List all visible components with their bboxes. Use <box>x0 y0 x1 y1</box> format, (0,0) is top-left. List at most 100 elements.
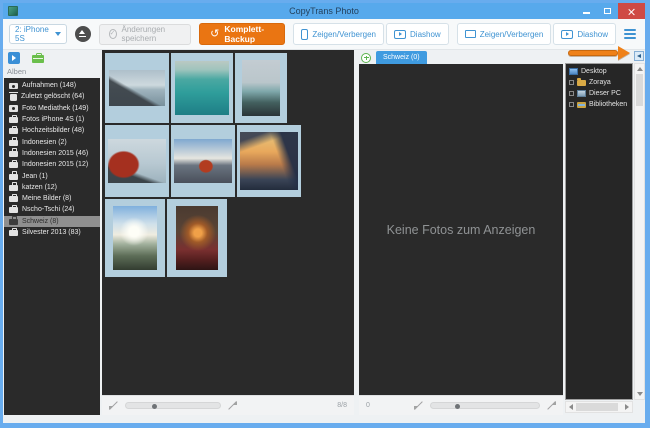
triangle-left-icon <box>569 404 573 410</box>
expand-icon[interactable] <box>569 102 574 107</box>
expand-icon[interactable] <box>569 91 574 96</box>
pc-show-hide-button[interactable]: Zeigen/Verbergen <box>457 23 552 45</box>
album-label: Indonesien (2) <box>22 139 67 146</box>
tree-label: Bibliotheken <box>589 101 627 108</box>
phone-icon <box>301 29 308 40</box>
album-row-meine-bilder[interactable]: Meine Bilder (8) <box>4 193 100 204</box>
photo-thumbnail[interactable] <box>171 125 235 197</box>
add-album-button[interactable] <box>32 55 44 63</box>
album-row-indonesien[interactable]: Indonesien (2) <box>4 136 100 147</box>
tree-item-desktop[interactable]: Desktop <box>566 66 632 77</box>
tab-schweiz[interactable]: Schweiz (0) <box>376 51 427 64</box>
app-window: CopyTrans Photo 2: iPhone 5S ✓ Änderunge… <box>0 0 650 428</box>
album-row-katzen[interactable]: katzen (12) <box>4 182 100 193</box>
photo-thumbnail[interactable] <box>105 53 169 123</box>
album-label: katzen (12) <box>22 184 57 191</box>
slider-thumb[interactable] <box>152 404 157 409</box>
monitor-icon <box>465 30 476 38</box>
tree-item-zoraya[interactable]: Zoraya <box>566 77 632 88</box>
photo-thumbnail[interactable] <box>105 125 169 197</box>
full-backup-button[interactable]: ↺ Komplett-Backup <box>199 23 285 45</box>
libraries-icon <box>577 102 586 108</box>
arrow-body <box>568 50 618 56</box>
tree-item-bibliotheken[interactable]: Bibliotheken <box>566 99 632 110</box>
pc-drop-area[interactable]: Keine Fotos zum Anzeigen <box>359 64 563 395</box>
slider-thumb[interactable] <box>455 404 460 409</box>
add-tab-icon[interactable] <box>361 53 371 63</box>
album-row-nscho-tschi[interactable]: Nscho-Tschi (24) <box>4 204 100 215</box>
device-view-controls: Zeigen/Verbergen Diashow <box>293 23 448 45</box>
album-label: Jean (1) <box>22 173 48 180</box>
album-row-jean[interactable]: Jean (1) <box>4 170 100 181</box>
save-changes-label: Änderungen speichern <box>122 25 182 43</box>
full-backup-label: Komplett-Backup <box>224 24 274 44</box>
zoom-in-icon[interactable] <box>228 401 237 410</box>
photo-thumbnail[interactable] <box>235 53 287 123</box>
save-changes-button[interactable]: ✓ Änderungen speichern <box>99 24 192 45</box>
menu-button[interactable] <box>624 29 636 40</box>
photo-sailboat <box>242 60 280 116</box>
albums-sidebar: Alben Aufnahmen (148) Zuletzt gelöscht (… <box>3 50 100 415</box>
scroll-up-button[interactable] <box>635 64 644 74</box>
horizontal-scrollbar[interactable] <box>565 401 633 413</box>
scrollbar-thumb[interactable] <box>576 403 618 411</box>
sidebar-actions <box>3 50 100 65</box>
device-show-hide-button[interactable]: Zeigen/Verbergen <box>293 23 384 45</box>
zoom-out-icon[interactable] <box>109 401 118 410</box>
device-photos-pane: 8/8 <box>102 50 354 415</box>
tutorial-arrow <box>568 46 630 60</box>
close-button[interactable] <box>618 3 645 19</box>
scroll-down-button[interactable] <box>635 389 644 399</box>
maximize-button[interactable] <box>597 3 618 19</box>
device-select-value: 2: iPhone 5S <box>15 25 55 43</box>
pc-photos-pane: Schweiz (0) Keine Fotos zum Anzeigen 0 <box>359 50 563 415</box>
photo-thumbnail[interactable] <box>167 199 227 277</box>
minimize-button[interactable] <box>576 3 597 19</box>
tree-item-dieser-pc[interactable]: Dieser PC <box>566 88 632 99</box>
maximize-icon <box>604 8 611 14</box>
vertical-scrollbar[interactable] <box>634 63 645 400</box>
zoom-out-icon[interactable] <box>414 401 423 410</box>
album-row-fotos-iphone-4s[interactable]: Fotos iPhone 4S (1) <box>4 114 100 125</box>
play-button[interactable] <box>8 52 20 64</box>
photo-thumbnail[interactable] <box>237 125 301 197</box>
pc-slideshow-button[interactable]: Diashow <box>553 23 616 45</box>
zoom-in-icon[interactable] <box>547 401 556 410</box>
album-row-schweiz[interactable]: Schweiz (8) <box>4 216 100 227</box>
device-slideshow-button[interactable]: Diashow <box>386 23 449 45</box>
album-row-zuletzt-geloescht[interactable]: Zuletzt gelöscht (64) <box>4 91 100 102</box>
pc-zoom-slider[interactable] <box>430 402 540 409</box>
pc-pane-footer: 0 <box>359 395 563 415</box>
expand-icon[interactable] <box>569 80 574 85</box>
window-title: CopyTrans Photo <box>3 6 645 16</box>
album-row-aufnahmen[interactable]: Aufnahmen (148) <box>4 80 100 91</box>
album-label: Silvester 2013 (83) <box>22 229 81 236</box>
backup-clock-icon: ↺ <box>210 29 219 39</box>
device-zoom-slider[interactable] <box>125 402 221 409</box>
album-label: Meine Bilder (8) <box>22 195 71 202</box>
desktop-icon <box>569 68 578 75</box>
album-icon <box>9 219 18 225</box>
scrollbar-thumb[interactable] <box>636 74 643 106</box>
empty-message: Keine Fotos zum Anzeigen <box>387 223 536 237</box>
tree-label: Zoraya <box>589 79 611 86</box>
album-row-foto-mediathek[interactable]: Foto Mediathek (149) <box>4 103 100 114</box>
device-select[interactable]: 2: iPhone 5S <box>9 24 67 44</box>
photo-thumbnail[interactable] <box>105 199 165 277</box>
photo-fireplace-cat <box>176 206 218 270</box>
album-row-indonesien-2015-b[interactable]: Indonesien 2015 (12) <box>4 159 100 170</box>
collapse-panel-button[interactable] <box>634 51 644 61</box>
photo-turquoise-lake <box>175 61 229 115</box>
album-row-silvester-2013[interactable]: Silvester 2013 (83) <box>4 227 100 238</box>
camera-icon <box>9 105 18 112</box>
eject-device-button[interactable] <box>75 26 91 42</box>
album-row-indonesien-2015-a[interactable]: Indonesien 2015 (46) <box>4 148 100 159</box>
device-show-hide-label: Zeigen/Verbergen <box>312 30 376 39</box>
scroll-right-button[interactable] <box>622 402 632 412</box>
album-row-hochzeitsbilder[interactable]: Hochzeitsbilder (48) <box>4 125 100 136</box>
main-content: Alben Aufnahmen (148) Zuletzt gelöscht (… <box>3 50 645 423</box>
left-triangle-icon <box>637 54 641 58</box>
folder-tree-pane: Desktop Zoraya Dieser PC Bibliotheken <box>563 50 645 415</box>
photo-thumbnail[interactable] <box>171 53 233 123</box>
scroll-left-button[interactable] <box>566 402 576 412</box>
